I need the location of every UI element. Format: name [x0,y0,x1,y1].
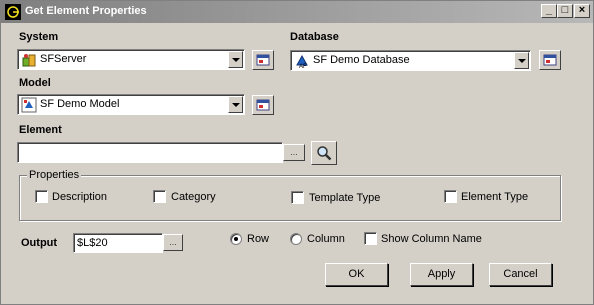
system-label: System [19,31,59,43]
apply-button[interactable]: Apply [410,263,473,286]
cancel-button[interactable]: Cancel [489,263,552,286]
model-label: Model [19,77,51,89]
connection-manager-icon [543,54,557,66]
element-type-checkbox[interactable] [444,190,457,203]
output-cell-input[interactable]: $L$20 [73,233,163,253]
show-column-name-label: Show Column Name [381,233,482,245]
column-radio[interactable] [290,233,302,245]
system-browse-button[interactable] [252,50,274,70]
database-dropdown-arrow[interactable] [514,52,529,69]
element-browse-button[interactable]: ... [283,144,305,161]
template-type-checkbox[interactable] [291,191,304,204]
description-label: Description [52,191,108,203]
element-type-label: Element Type [461,191,529,203]
element-input[interactable] [17,142,283,163]
column-label: Column [307,233,345,245]
model-dropdown-arrow[interactable] [228,96,243,113]
description-checkbox[interactable] [35,190,48,203]
database-browse-button[interactable] [539,50,561,70]
model-combobox[interactable]: SF Demo Model [17,94,245,115]
system-combobox[interactable]: SFServer [17,49,245,70]
magnifier-icon [317,146,332,161]
minimize-button[interactable]: _ [541,4,557,18]
system-value: SFServer [40,53,87,65]
system-dropdown-arrow[interactable] [228,51,243,68]
properties-legend: Properties [27,169,82,181]
model-browse-button[interactable] [252,95,274,115]
connection-manager-icon [256,99,270,111]
connection-manager-icon [256,54,270,66]
row-label: Row [247,233,270,245]
app-icon [5,4,21,20]
dialog-window: Get Element Properties _ □ × System SFSe… [0,0,594,305]
database-value: SF Demo Database [313,54,410,66]
category-checkbox[interactable] [153,190,166,203]
element-search-button[interactable] [311,141,337,165]
row-radio[interactable] [230,233,242,245]
server-icon [22,54,36,67]
database-combobox[interactable]: AF SF Demo Database [290,50,531,71]
close-button[interactable]: × [574,4,590,18]
database-label: Database [290,31,339,43]
show-column-name-checkbox[interactable] [364,232,377,245]
output-label: Output [21,237,58,249]
ok-button[interactable]: OK [325,263,388,286]
element-label: Element [19,124,62,136]
window-title: Get Element Properties [25,5,147,17]
svg-text:AF: AF [299,64,307,69]
category-label: Category [171,191,216,203]
maximize-button[interactable]: □ [557,4,573,18]
output-browse-button[interactable]: ... [163,234,183,251]
model-value: SF Demo Model [40,98,120,110]
database-icon: AF [296,54,308,69]
model-icon [21,97,37,113]
title-bar[interactable]: Get Element Properties _ □ × [1,1,593,23]
template-type-label: Template Type [309,192,381,204]
